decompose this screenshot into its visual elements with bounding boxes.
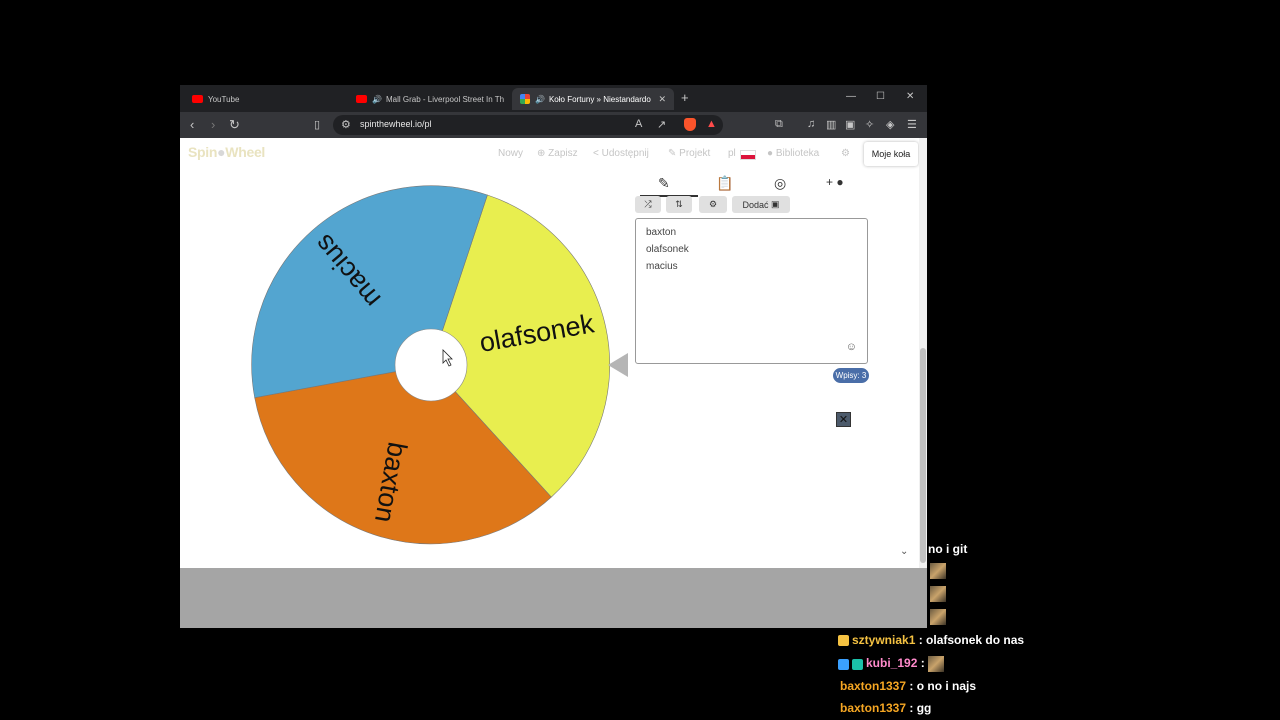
scrollbar-thumb[interactable] <box>920 348 926 563</box>
page-scrollbar[interactable] <box>919 138 927 568</box>
chat-emote-line <box>930 563 946 579</box>
tab-youtube[interactable]: YouTube <box>182 88 342 110</box>
chat-message: baxton1337 : gg <box>840 701 932 715</box>
minimize-button[interactable]: — <box>846 91 856 102</box>
settings-button[interactable]: ⚙ <box>699 196 727 213</box>
menu-share[interactable]: < Udostępnij <box>593 148 649 159</box>
reload-button[interactable]: ↻ <box>229 117 240 133</box>
brave-shields-icon[interactable] <box>684 118 696 131</box>
entry-line: olafsonek <box>646 244 689 255</box>
chat-emote-line <box>930 609 946 625</box>
youtube-icon <box>356 95 367 103</box>
tab-mall-grab[interactable]: 🔊 Mall Grab - Liverpool Street In Th <box>346 88 506 110</box>
chat-message: sztywniak1 : olafsonek do nas <box>838 633 1024 647</box>
emote-icon <box>930 609 946 625</box>
results-tab-icon[interactable]: 📋 <box>716 175 733 192</box>
url-text: spinthewheel.io/pl <box>360 119 432 129</box>
new-tab-button[interactable]: + <box>681 90 689 105</box>
screenshot-icon[interactable]: ⧉ <box>775 118 783 131</box>
menu-save[interactable]: ⊕ Zapisz <box>537 148 578 159</box>
hidden-entries-tab-icon[interactable]: ◎ <box>774 175 786 192</box>
chat-message: no i git <box>928 542 968 556</box>
tab-kolo-fortuny[interactable]: 🔊 Koło Fortuny » Niestandardo ✕ <box>512 88 674 110</box>
brave-rewards-icon[interactable]: ▲ <box>706 118 717 130</box>
vpn-icon[interactable]: ◈ <box>886 118 894 131</box>
gift-badge-icon <box>852 658 863 670</box>
tab-title: Mall Grab - Liverpool Street In Th <box>385 94 505 104</box>
forward-button[interactable]: › <box>211 117 215 132</box>
speaker-icon: 🔊 <box>535 94 545 104</box>
chevron-down-icon[interactable]: ⌄ <box>900 546 908 557</box>
close-window-button[interactable]: ✕ <box>906 91 914 102</box>
browser-window: YouTube 🔊 Mall Grab - Liverpool Street I… <box>180 85 927 628</box>
translate-icon[interactable]: A <box>635 118 642 130</box>
tab-title: Koło Fortuny » Niestandardo <box>548 94 651 104</box>
speaker-icon: 🔊 <box>372 94 382 104</box>
back-button[interactable]: ‹ <box>190 117 194 132</box>
shuffle-button[interactable]: ⤮ <box>635 196 661 213</box>
menu-icon[interactable]: ☰ <box>907 118 917 131</box>
menu-new[interactable]: Nowy <box>498 148 523 159</box>
entry-line: macius <box>646 261 678 272</box>
bottom-gray-area <box>180 568 927 628</box>
menu-project[interactable]: ✎ Projekt <box>668 148 710 159</box>
add-image-button[interactable]: Dodać ▣ <box>732 196 790 213</box>
my-wheels-button[interactable]: Moje koła <box>864 142 918 166</box>
tab-title: YouTube <box>208 94 240 104</box>
panel-tabs: ✎ 📋 ◎ + ● <box>636 171 861 197</box>
maximize-button[interactable]: ☐ <box>876 91 885 102</box>
tab-bar: YouTube 🔊 Mall Grab - Liverpool Street I… <box>180 85 927 112</box>
chat-message: kubi_192 : <box>838 656 945 672</box>
close-tab-icon[interactable]: ✕ <box>658 94 666 105</box>
sub-badge-icon <box>838 658 849 670</box>
close-ad-icon[interactable]: ✕ <box>836 412 851 427</box>
emote-icon <box>930 563 946 579</box>
chat-message: baxton1337 : o no i najs <box>840 679 977 693</box>
menu-library[interactable]: ● Biblioteka <box>767 148 819 159</box>
entries-textarea[interactable]: baxton olafsonek macius ☺ <box>635 218 868 364</box>
add-profile-icon[interactable]: + ● <box>826 175 844 189</box>
emoji-icon[interactable]: ☺ <box>846 341 857 353</box>
crown-badge-icon <box>838 635 849 647</box>
spinthewheel-favicon <box>520 94 530 104</box>
wheel-center[interactable] <box>394 328 468 402</box>
spin-wheel[interactable]: olafsonek baxton macius <box>249 183 613 547</box>
settings-icon[interactable]: ⚙ <box>841 148 850 159</box>
edit-entries-tab-icon[interactable]: ✎ <box>640 175 698 197</box>
emote-icon <box>930 586 946 602</box>
browser-toolbar: ‹ › ↻ ▯ ⚙ spinthewheel.io/pl A ↗ ▲ ⧉ ♫ ▥… <box>180 112 927 138</box>
sidebar-icon[interactable]: ▥ <box>826 118 836 131</box>
polish-flag-icon <box>740 150 756 160</box>
youtube-icon <box>192 95 203 103</box>
web-page: Spin●Wheel Nowy ⊕ Zapisz < Udostępnij ✎ … <box>180 138 927 568</box>
wallet-icon[interactable]: ▣ <box>845 118 855 131</box>
share-icon[interactable]: ↗ <box>657 118 666 131</box>
entry-line: baxton <box>646 227 677 238</box>
site-settings-icon[interactable]: ⚙ <box>341 118 351 131</box>
address-bar[interactable]: ⚙ spinthewheel.io/pl A ↗ <box>333 115 723 135</box>
wheel-pointer <box>608 353 628 377</box>
chat-emote-line <box>930 586 946 602</box>
site-logo[interactable]: Spin●Wheel <box>188 144 265 160</box>
leo-ai-icon[interactable]: ✧ <box>865 118 874 131</box>
bookmark-icon[interactable]: ▯ <box>314 118 320 131</box>
entries-count-badge: Wpisy: 3 <box>833 368 869 383</box>
menu-language[interactable]: pl <box>728 148 736 159</box>
sort-button[interactable]: ⇅ <box>666 196 692 213</box>
music-icon[interactable]: ♫ <box>807 118 815 130</box>
emote-icon <box>928 656 945 672</box>
